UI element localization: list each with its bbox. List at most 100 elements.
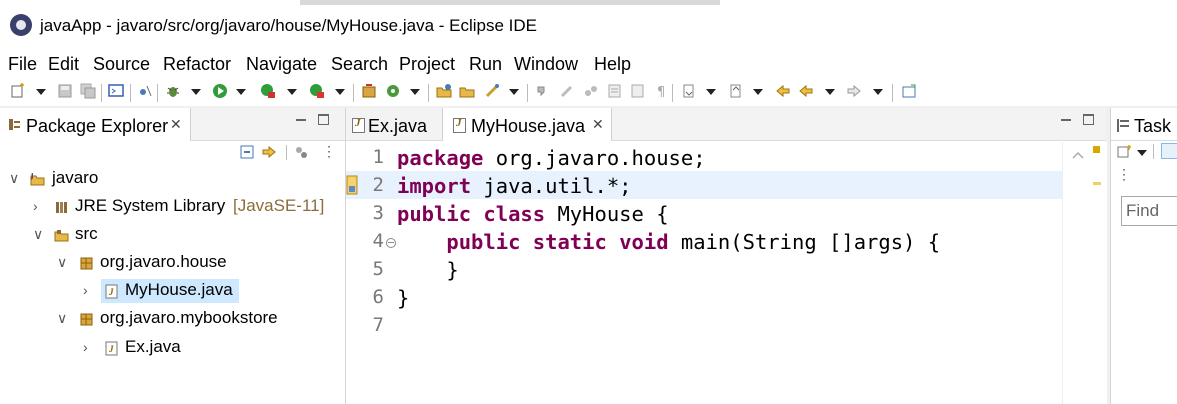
chevron-down-icon[interactable]: ∨	[57, 254, 67, 271]
annotation-overview-marker[interactable]	[1093, 182, 1101, 185]
tree-item-package-house[interactable]: ∨ org.javaro.house	[0, 251, 340, 275]
run-dropdown-icon[interactable]	[236, 89, 246, 95]
package-explorer-tabbar: Package Explorer ✕	[0, 108, 345, 141]
external-tools-icon[interactable]	[309, 83, 325, 99]
menu-run[interactable]: Run	[469, 54, 502, 75]
forward-dropdown-icon[interactable]	[873, 89, 883, 95]
main-toolbar: ¶	[0, 80, 1177, 104]
new-package-icon[interactable]	[385, 83, 401, 99]
forward-icon[interactable]	[846, 83, 862, 99]
last-edit-location-icon[interactable]	[775, 83, 791, 99]
link-with-editor-icon[interactable]	[262, 145, 277, 160]
warning-quickfix-icon[interactable]	[346, 174, 358, 196]
open-task-icon[interactable]	[484, 83, 500, 99]
run-icon[interactable]	[212, 83, 228, 99]
pin-editor-icon[interactable]	[901, 83, 917, 99]
tree-item-project[interactable]: ∨ J javaro	[0, 167, 340, 191]
new-task-icon[interactable]	[1117, 144, 1133, 158]
new-task-dropdown-icon[interactable]	[1137, 150, 1147, 156]
task-tab-label[interactable]: Task	[1134, 116, 1171, 137]
menu-refactor[interactable]: Refactor	[163, 54, 231, 75]
block-selection-icon[interactable]	[630, 83, 646, 99]
back-icon[interactable]	[798, 83, 814, 99]
back-dropdown-icon[interactable]	[825, 89, 835, 95]
close-icon[interactable]: ✕	[592, 116, 604, 133]
toolbar-separator	[527, 84, 528, 102]
previous-annotation-icon[interactable]	[728, 83, 744, 99]
code-text[interactable]: import java.util.*;	[397, 174, 632, 198]
tree-item-myhouse-java[interactable]: › J MyHouse.java	[0, 279, 340, 303]
external-tools-dropdown-icon[interactable]	[335, 89, 345, 95]
minimize-icon[interactable]	[1061, 119, 1071, 121]
tree-item-src[interactable]: ∨ src	[0, 223, 340, 247]
collapse-all-icon[interactable]	[240, 145, 255, 160]
previous-annotation-dropdown-icon[interactable]	[753, 89, 763, 95]
tree-item-package-mybookstore[interactable]: ∨ org.javaro.mybookstore	[0, 307, 340, 331]
save-all-icon[interactable]	[80, 83, 96, 99]
search-icon[interactable]	[535, 83, 551, 99]
new-java-project-icon[interactable]	[361, 83, 377, 99]
overview-ruler[interactable]	[1062, 142, 1107, 404]
new-dropdown-icon[interactable]	[36, 89, 46, 95]
code-line: 4 public static void main(String []args)…	[346, 227, 1062, 255]
chevron-right-icon[interactable]: ›	[83, 282, 88, 298]
search-dropdown-icon[interactable]	[509, 89, 519, 95]
paragraph-icon[interactable]: ¶	[654, 83, 670, 99]
coverage-icon[interactable]	[260, 83, 276, 99]
new-class-icon[interactable]	[436, 83, 452, 99]
menu-navigate[interactable]: Navigate	[246, 54, 317, 75]
new-type-dropdown-icon[interactable]	[410, 89, 420, 95]
show-whitespace-icon[interactable]	[607, 83, 623, 99]
tree-item-jre-library[interactable]: › JRE System Library [JavaSE-11]	[0, 195, 340, 219]
chevron-right-icon[interactable]: ›	[33, 198, 38, 214]
code-text[interactable]: }	[397, 258, 458, 282]
code-text[interactable]: public class MyHouse {	[397, 202, 669, 226]
debug-icon[interactable]	[165, 83, 181, 99]
menu-source[interactable]: Source	[93, 54, 150, 75]
warning-overview-marker[interactable]	[1093, 146, 1100, 153]
toggle-mark-occurrences-icon[interactable]	[559, 83, 575, 99]
menu-bar: File Edit Source Refactor Navigate Searc…	[0, 52, 1177, 78]
next-annotation-icon[interactable]	[681, 83, 697, 99]
view-menu-icon[interactable]: ⋮	[1117, 166, 1131, 183]
menu-edit[interactable]: Edit	[48, 54, 79, 75]
tree-item-ex-java[interactable]: › J Ex.java	[0, 336, 340, 360]
chevron-right-icon[interactable]: ›	[83, 339, 88, 355]
next-annotation-dropdown-icon[interactable]	[706, 89, 716, 95]
menu-file[interactable]: File	[8, 54, 37, 75]
menu-help[interactable]: Help	[594, 54, 631, 75]
categorized-toggle-icon[interactable]	[1161, 143, 1177, 159]
find-input[interactable]	[1121, 196, 1177, 226]
code-editor[interactable]: 1 package org.javaro.house; 2 import jav…	[346, 142, 1106, 404]
tab-ex-java[interactable]: Ex.java	[346, 108, 442, 141]
package-explorer-toolbar: ⋮	[0, 142, 345, 164]
maximize-icon[interactable]	[318, 114, 329, 125]
coverage-dropdown-icon[interactable]	[287, 89, 297, 95]
scroll-up-icon[interactable]	[1071, 150, 1085, 160]
menu-project[interactable]: Project	[399, 54, 455, 75]
open-type-icon[interactable]	[459, 83, 475, 99]
close-icon[interactable]: ✕	[170, 116, 182, 133]
code-text[interactable]: package org.javaro.house;	[397, 146, 706, 170]
code-text[interactable]: }	[397, 286, 409, 310]
terminal-icon[interactable]	[108, 83, 124, 99]
filters-icon[interactable]	[294, 145, 309, 160]
maximize-icon[interactable]	[1083, 114, 1094, 125]
menu-search[interactable]: Search	[331, 54, 388, 75]
menu-window[interactable]: Window	[514, 54, 578, 75]
fold-collapse-icon[interactable]	[386, 238, 396, 248]
tab-myhouse-java[interactable]: MyHouse.java ✕	[442, 108, 612, 141]
chevron-down-icon[interactable]: ∨	[9, 170, 19, 187]
save-icon[interactable]	[57, 83, 73, 99]
tab-package-explorer[interactable]: Package Explorer ✕	[0, 108, 191, 141]
skip-breakpoints-icon[interactable]	[137, 83, 153, 99]
new-icon[interactable]	[10, 83, 26, 99]
debug-dropdown-icon[interactable]	[191, 89, 201, 95]
view-menu-icon[interactable]: ⋮	[322, 143, 336, 160]
minimize-icon[interactable]	[296, 119, 306, 121]
line-number: 5	[372, 258, 384, 280]
toggle-block-selection-icon[interactable]	[583, 83, 599, 99]
chevron-down-icon[interactable]: ∨	[57, 310, 67, 327]
code-text[interactable]: public static void main(String []args) {	[397, 230, 940, 254]
chevron-down-icon[interactable]: ∨	[33, 226, 43, 243]
